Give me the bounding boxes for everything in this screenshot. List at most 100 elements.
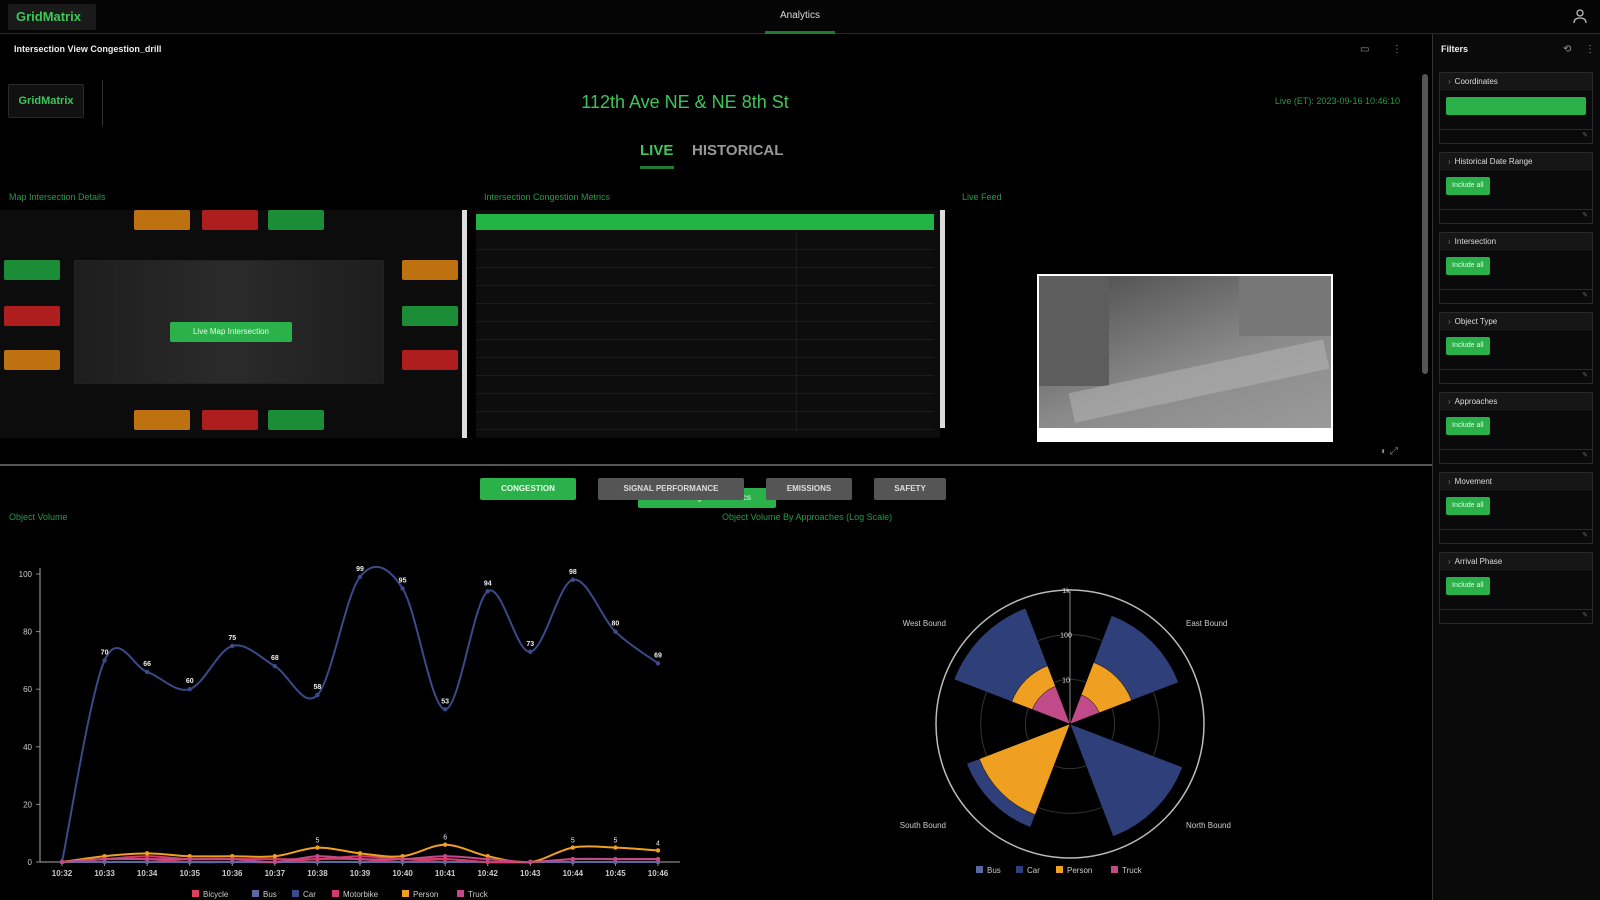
chevron-icon: ›	[1448, 237, 1451, 246]
more-menu-icon[interactable]: ⋮	[1585, 44, 1595, 55]
data-point	[400, 856, 405, 862]
signal-indicator	[4, 350, 60, 370]
filter-header[interactable]: › Historical Date Range	[1440, 153, 1592, 171]
filter-header[interactable]: › Intersection	[1440, 233, 1592, 251]
edit-icon[interactable]: ✎	[1582, 371, 1588, 379]
header-divider	[102, 80, 103, 126]
main-scrollbar[interactable]	[1422, 74, 1428, 374]
user-icon[interactable]	[1572, 8, 1588, 24]
data-point	[442, 854, 448, 859]
filter-label: Coordinates	[1454, 77, 1498, 86]
data-point	[272, 663, 278, 669]
data-point	[528, 859, 533, 865]
legend-swatch	[1016, 866, 1023, 873]
tab-live[interactable]: LIVE	[640, 142, 673, 159]
chevron-icon: ›	[1448, 557, 1451, 566]
edit-icon[interactable]: ✎	[1582, 131, 1588, 139]
filter-header[interactable]: › Coordinates	[1440, 73, 1592, 91]
data-label: 58	[314, 684, 322, 691]
data-label: 6	[443, 835, 447, 842]
tab-emissions[interactable]: EMISSIONS	[766, 478, 852, 500]
resize-icon[interactable]: ◐ ⤢	[1381, 446, 1398, 457]
legend-label: Truck	[1122, 866, 1143, 874]
edit-icon[interactable]: ✎	[1582, 451, 1588, 459]
signal-indicator	[202, 410, 258, 430]
tab-safety[interactable]: SAFETY	[874, 478, 946, 500]
filters-panel: Filters ⟲ ⋮ › Coordinates ✎ › Historical D…	[1432, 34, 1600, 900]
data-point	[315, 845, 320, 850]
map-section-label: Map Intersection Details	[9, 192, 106, 202]
tab-congestion[interactable]: CONGESTION	[480, 478, 576, 500]
data-label: 99	[356, 566, 364, 573]
table-row	[476, 250, 934, 268]
tab-analytics[interactable]: Analytics	[765, 0, 835, 34]
legend-label: Bicycle	[203, 890, 229, 899]
data-label: 80	[612, 621, 620, 628]
include-all-button[interactable]: Include all	[1446, 337, 1490, 355]
data-point	[613, 856, 618, 862]
table-row	[476, 376, 934, 394]
edit-icon[interactable]: ✎	[1582, 291, 1588, 299]
live-map-intersection-button[interactable]: Live Map Intersection	[170, 322, 292, 342]
app-root: GridMatrix Analytics Intersection View C…	[0, 0, 1600, 900]
filter-header[interactable]: › Approaches	[1440, 393, 1592, 411]
data-point	[570, 845, 576, 850]
panel-title: Intersection View Congestion_drill	[14, 44, 162, 54]
filter-label: Approaches	[1454, 397, 1498, 406]
legend-swatch	[1056, 866, 1063, 873]
include-all-button[interactable]: Include all	[1446, 417, 1490, 435]
data-label: 60	[186, 678, 194, 685]
expand-icon[interactable]: ▭	[1360, 44, 1369, 55]
filter-header[interactable]: › Movement	[1440, 473, 1592, 491]
coordinates-value-chip[interactable]	[1446, 97, 1586, 115]
include-all-button[interactable]: Include all	[1446, 497, 1490, 515]
chevron-icon: ›	[1448, 157, 1451, 166]
x-tick-label: 10:46	[648, 869, 669, 878]
legend-label: Bus	[263, 890, 277, 899]
tab-historical[interactable]: HISTORICAL	[692, 142, 783, 159]
data-point	[357, 574, 363, 580]
legend-label: Truck	[468, 890, 489, 899]
data-label: 94	[484, 580, 492, 587]
chevron-icon: ›	[1448, 77, 1451, 86]
x-tick-label: 10:42	[477, 869, 498, 878]
app-logo[interactable]: GridMatrix	[8, 4, 96, 30]
data-point	[144, 851, 150, 856]
feed-building	[1239, 276, 1331, 336]
edit-icon[interactable]: ✎	[1582, 211, 1588, 219]
x-tick-label: 10:43	[520, 869, 541, 878]
reset-icon[interactable]: ⟲	[1563, 44, 1571, 55]
object-volume-line-chart: 0 20 40 60 80 100 10:32 10:33 10:34 10:35 10:36 10:…	[19, 566, 680, 899]
map-scrollbar[interactable]	[462, 210, 467, 438]
data-point	[230, 856, 235, 862]
edit-icon[interactable]: ✎	[1582, 531, 1588, 539]
data-label: 95	[399, 577, 407, 584]
edit-icon[interactable]: ✎	[1582, 611, 1588, 619]
filter-header[interactable]: › Object Type	[1440, 313, 1592, 331]
tab-signal-performance[interactable]: SIGNAL PERFORMANCE	[598, 478, 744, 500]
table-row	[476, 304, 934, 322]
table-row	[476, 232, 934, 250]
polar-category-label: West Bound	[903, 619, 946, 628]
x-tick-label: 10:45	[605, 869, 626, 878]
data-point	[655, 856, 661, 862]
filter-divider	[1440, 369, 1592, 370]
include-all-button[interactable]: Include all	[1446, 257, 1490, 275]
data-label: 98	[569, 569, 577, 576]
polar-bar-car	[1069, 723, 1183, 837]
radial-tick-label: 10	[1062, 677, 1070, 684]
data-point	[144, 856, 150, 862]
chevron-icon: ›	[1448, 397, 1451, 406]
more-menu-icon[interactable]: ⋮	[1392, 44, 1402, 55]
main-panel: Intersection View Congestion_drill ▭ ⋮ G…	[0, 34, 1432, 900]
live-feed-video[interactable]	[1037, 274, 1333, 442]
legend-swatch	[252, 890, 259, 897]
table-scrollbar[interactable]	[940, 210, 945, 428]
data-point	[613, 629, 618, 634]
polar-category-label: South Bound	[900, 821, 946, 830]
filter-header[interactable]: › Arrival Phase	[1440, 553, 1592, 571]
include-all-button[interactable]: Include all	[1446, 577, 1490, 595]
include-all-button[interactable]: Include all	[1446, 177, 1490, 195]
section-divider[interactable]	[0, 464, 1432, 466]
filter-divider	[1440, 529, 1592, 530]
